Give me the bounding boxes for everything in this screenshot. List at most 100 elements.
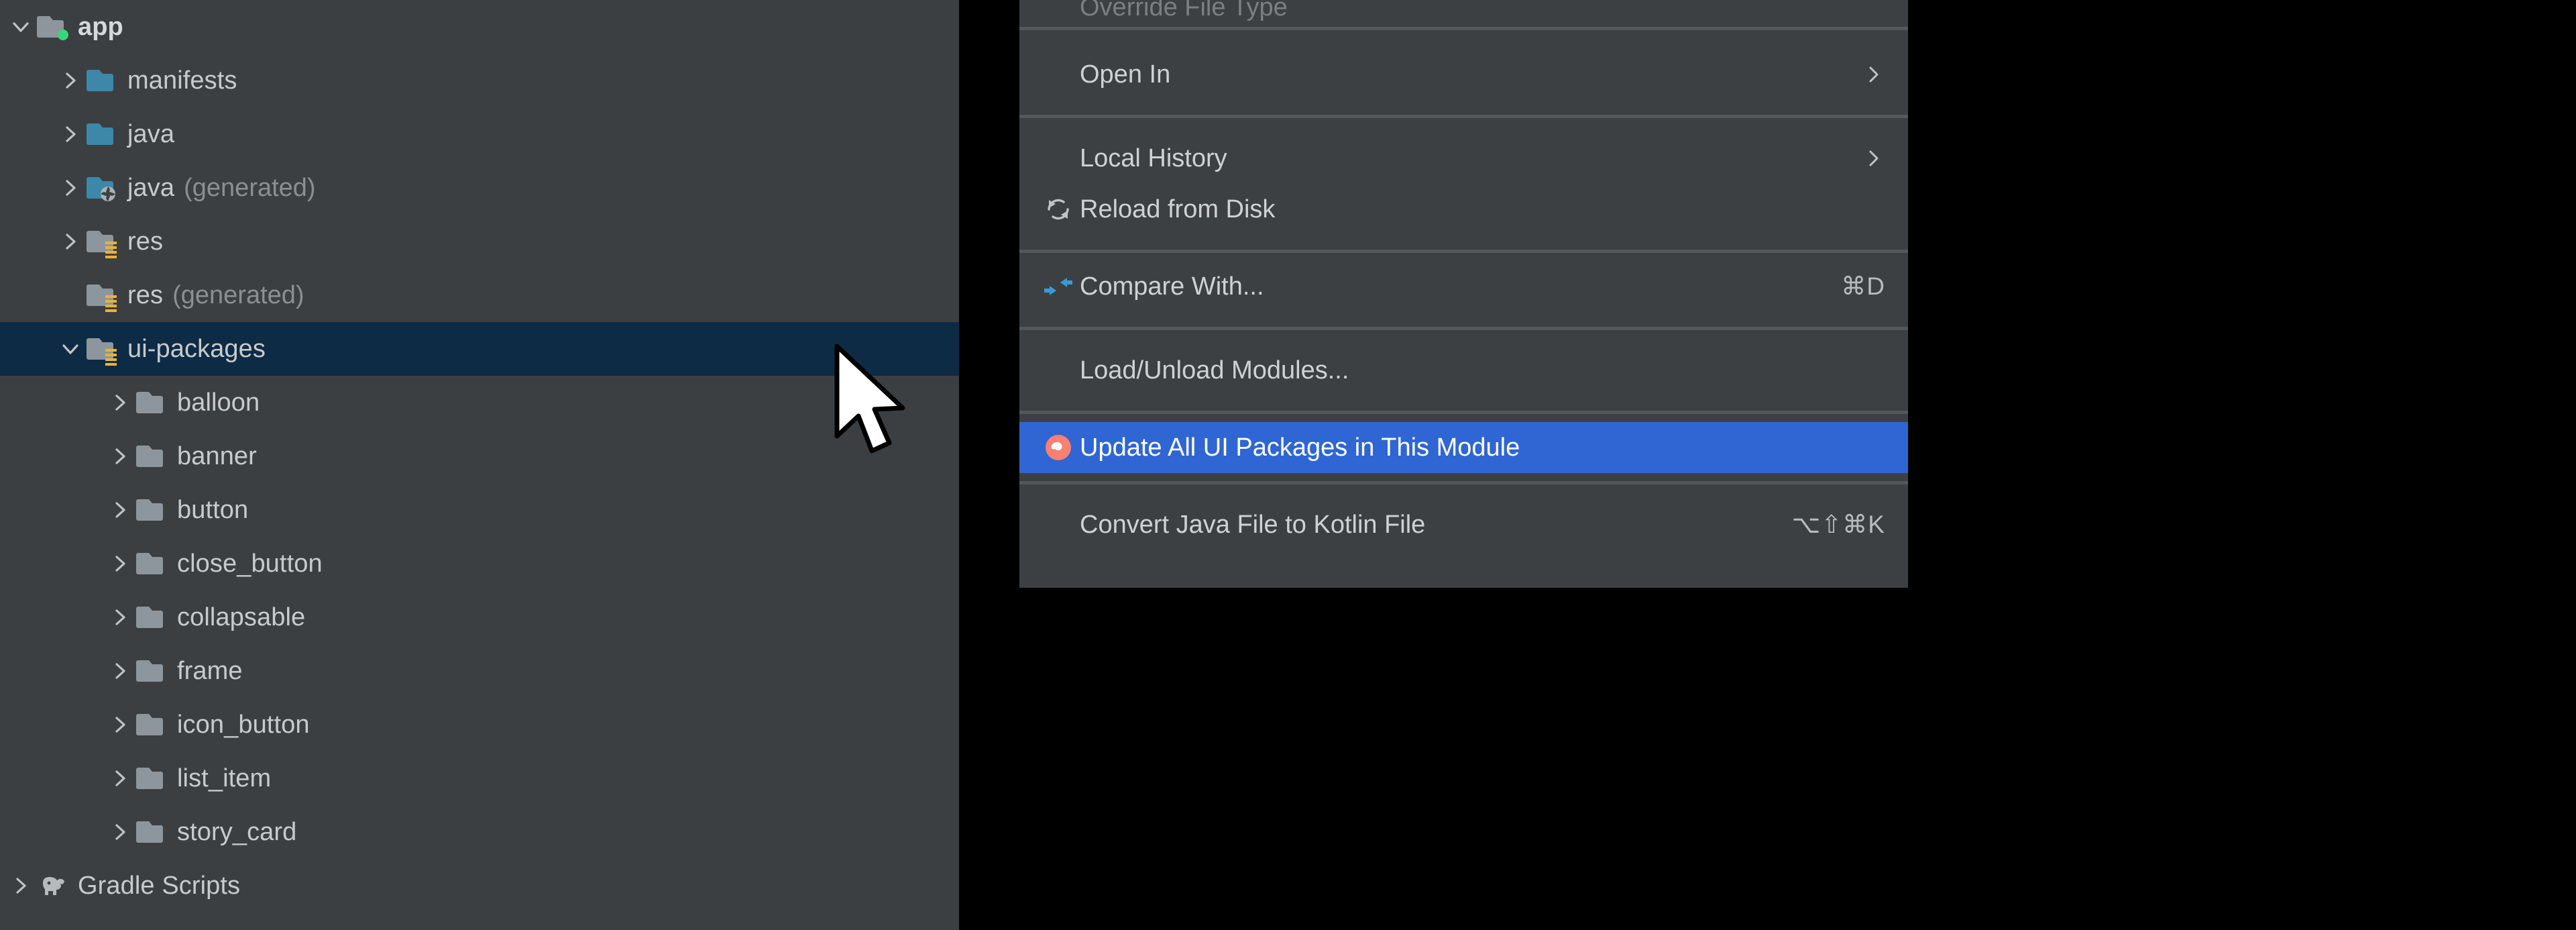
chevron-right-icon[interactable] (105, 752, 135, 805)
menu-icon-placeholder (1037, 0, 1080, 33)
menu-item-label: Override File Type (1080, 0, 1288, 21)
chevron-down-icon[interactable] (55, 322, 86, 376)
context-menu[interactable]: Override File Type Open In Local History (1019, 0, 1908, 588)
menu-item-label: Load/Unload Modules... (1080, 356, 1349, 384)
tree-row[interactable]: Gradle Scripts (0, 859, 959, 913)
menu-item-shortcut: ⌥⇧⌘K (1791, 511, 1885, 538)
menu-item-label: Compare With... (1080, 272, 1264, 301)
chevron-down-icon[interactable] (5, 0, 36, 54)
tree-row-label: frame (177, 657, 243, 685)
update-ui-packages-icon (1037, 422, 1080, 473)
tree-row-selected[interactable]: ui-packages (0, 322, 959, 376)
tree-row-label: button (177, 496, 249, 524)
chevron-right-icon[interactable] (55, 215, 86, 268)
tree-row-label: manifests (127, 66, 237, 95)
tree-row-label: list_item (177, 764, 272, 792)
folder-res-icon (86, 268, 125, 322)
chevron-right-icon[interactable] (105, 483, 135, 537)
menu-spacer (1019, 100, 1908, 115)
folder-blue-icon (86, 107, 125, 161)
menu-item-label: Update All UI Packages in This Module (1080, 433, 1520, 462)
folder-res-icon (86, 215, 125, 268)
tree-row-label: res (127, 281, 164, 309)
menu-icon-placeholder (1037, 345, 1080, 396)
tree-row[interactable]: balloon (0, 376, 959, 429)
folder-grey-icon (135, 537, 174, 590)
menu-spacer (1019, 414, 1908, 422)
compare-icon (1037, 261, 1080, 312)
chevron-right-icon[interactable] (105, 805, 135, 859)
menu-spacer (1019, 235, 1908, 250)
tree-row[interactable]: res (generated) (0, 268, 959, 322)
tree-row[interactable]: collapsable (0, 590, 959, 644)
tree-row-label: Gradle Scripts (78, 872, 241, 900)
tree-row[interactable]: list_item (0, 752, 959, 805)
chevron-right-icon[interactable] (105, 698, 135, 752)
tree-row[interactable]: banner (0, 429, 959, 483)
tree-row[interactable]: frame (0, 644, 959, 698)
tree-row[interactable]: java (generated) (0, 161, 959, 215)
tree-row[interactable]: java (0, 107, 959, 161)
tree-row[interactable]: story_card (0, 805, 959, 859)
menu-item-compare-with[interactable]: Compare With... ⌘D (1019, 261, 1908, 312)
tree-row-label: java (127, 174, 175, 202)
tree-row-suffix: (generated) (172, 281, 304, 309)
chevron-right-icon[interactable] (105, 644, 135, 698)
menu-icon-placeholder (1037, 49, 1080, 100)
chevron-placeholder-icon (55, 268, 86, 322)
chevron-right-icon[interactable] (55, 54, 86, 107)
tree-row[interactable]: app (0, 0, 959, 54)
gradle-elephant-icon (36, 859, 75, 913)
chevron-right-icon[interactable] (105, 590, 135, 644)
tree-row[interactable]: button (0, 483, 959, 537)
menu-item-override-file-type[interactable]: Override File Type (1019, 0, 1908, 27)
tree-row-label: collapsable (177, 603, 306, 631)
tree-row-label: icon_button (177, 711, 310, 739)
menu-item-label: Local History (1080, 144, 1227, 172)
tree-row[interactable]: icon_button (0, 698, 959, 752)
folder-grey-icon (135, 376, 174, 429)
menu-icon-placeholder (1037, 499, 1080, 550)
folder-res-icon (86, 322, 125, 376)
tree-row-label: java (127, 120, 175, 148)
menu-icon-placeholder (1037, 133, 1080, 184)
menu-item-label: Open In (1080, 60, 1171, 89)
project-tree-panel[interactable]: app manifests java java (generated) res … (0, 0, 959, 930)
chevron-right-icon (1858, 49, 1885, 100)
menu-item-reload-from-disk[interactable]: Reload from Disk (1019, 184, 1908, 235)
menu-item-local-history[interactable]: Local History (1019, 133, 1908, 184)
menu-spacer (1019, 312, 1908, 327)
folder-grey-icon (135, 429, 174, 483)
tree-row[interactable]: res (0, 215, 959, 268)
menu-item-open-in[interactable]: Open In (1019, 49, 1908, 100)
chevron-right-icon[interactable] (55, 107, 86, 161)
chevron-right-icon (1858, 133, 1885, 184)
tree-row[interactable]: close_button (0, 537, 959, 590)
chevron-right-icon[interactable] (105, 376, 135, 429)
tree-row-label: balloon (177, 389, 260, 417)
chevron-right-icon[interactable] (5, 859, 36, 913)
tree-row-label: banner (177, 442, 257, 470)
tree-row-label: close_button (177, 550, 323, 578)
folder-grey-icon (135, 483, 174, 537)
tree-row[interactable]: manifests (0, 54, 959, 107)
chevron-right-icon[interactable] (55, 161, 86, 215)
menu-spacer (1019, 473, 1908, 481)
folder-grey-icon (135, 590, 174, 644)
menu-item-convert-java-to-kotlin[interactable]: Convert Java File to Kotlin File ⌥⇧⌘K (1019, 499, 1908, 550)
folder-grey-icon (135, 752, 174, 805)
menu-spacer (1019, 253, 1908, 261)
menu-item-load-unload-modules[interactable]: Load/Unload Modules... (1019, 345, 1908, 396)
chevron-right-icon[interactable] (105, 537, 135, 590)
folder-grey-icon (135, 644, 174, 698)
menu-item-update-all-ui-packages[interactable]: Update All UI Packages in This Module (1019, 422, 1908, 473)
module-folder-badge-green-icon (36, 0, 75, 54)
folder-blue-generated-icon (86, 161, 125, 215)
chevron-right-icon[interactable] (105, 429, 135, 483)
menu-spacer (1019, 396, 1908, 411)
menu-spacer (1019, 330, 1908, 345)
menu-spacer (1019, 484, 1908, 499)
folder-blue-icon (86, 54, 125, 107)
tree-row-label: ui-packages (127, 335, 266, 363)
menu-spacer (1019, 118, 1908, 133)
